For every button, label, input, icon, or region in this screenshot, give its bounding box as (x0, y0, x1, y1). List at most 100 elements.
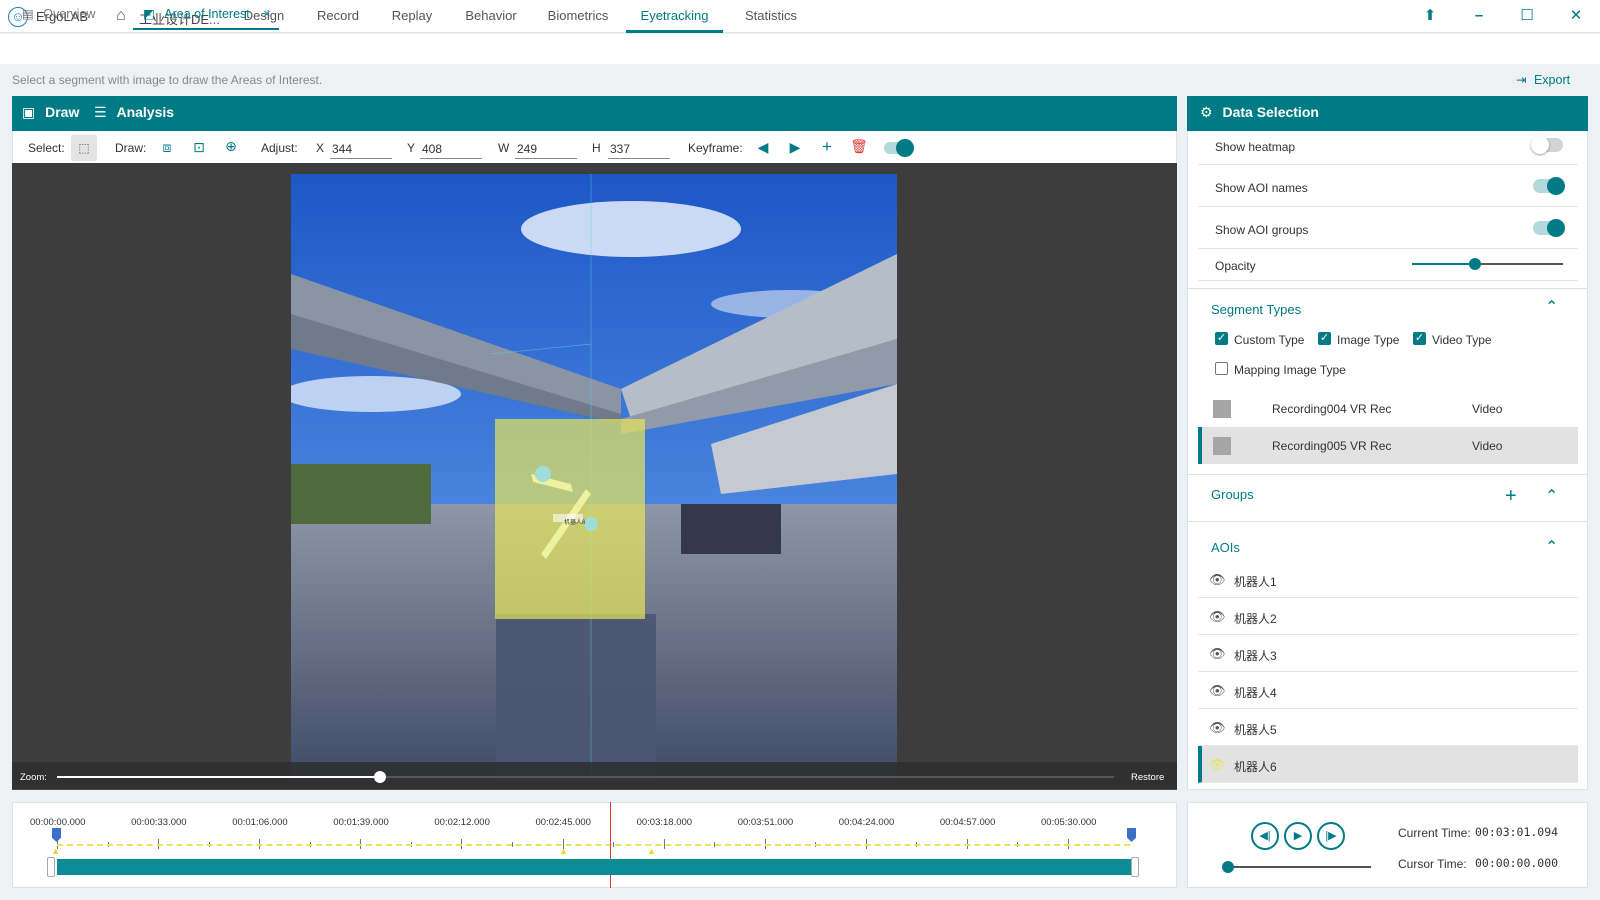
close-window-icon[interactable]: ✕ (1564, 5, 1588, 27)
y-input[interactable]: 408 (420, 139, 482, 159)
aoi-names-toggle[interactable] (1533, 177, 1565, 195)
eye-icon[interactable]: 👁 (1209, 572, 1226, 588)
opacity-slider-thumb[interactable] (1469, 258, 1481, 270)
zoom-label: Zoom: (20, 772, 47, 783)
draw-ellipse-icon[interactable]: ⊕ (222, 138, 240, 155)
menu-biometrics[interactable]: Biometrics (540, 0, 616, 33)
timeline-tick-label: 00:00:33.000 (131, 817, 187, 828)
heatmap-toggle[interactable] (1531, 136, 1563, 154)
divider (1187, 474, 1588, 475)
range-start-handle[interactable] (47, 857, 55, 877)
tab-area-of-interest[interactable]: ◩ Area of Interest × (133, 6, 279, 30)
mapping-image-type-checkbox[interactable] (1215, 362, 1228, 375)
step-back-button[interactable]: ◀| (1251, 822, 1279, 850)
recording-type: Video (1472, 439, 1503, 453)
tab-overview[interactable]: ▤ Overview (22, 6, 132, 30)
collapse-segment-types-icon[interactable]: ⌃ (1545, 297, 1558, 317)
draw-tab[interactable]: ▣ Draw (22, 104, 79, 121)
add-group-icon[interactable]: + (1505, 485, 1517, 508)
pin-up-icon[interactable]: ⬆ (1418, 5, 1442, 27)
playback-speed-track[interactable] (1226, 866, 1371, 868)
tab-overview-label: Overview (43, 7, 96, 21)
next-keyframe-icon[interactable]: ▶ (786, 139, 804, 156)
eye-icon[interactable]: 👁 (1209, 720, 1226, 736)
image-type-label: Image Type (1337, 333, 1400, 347)
keyframe-marker[interactable]: ▲ (559, 846, 568, 856)
timeline-tick-label: 00:01:06.000 (232, 817, 288, 828)
custom-type-checkbox[interactable]: ✓ (1215, 332, 1228, 345)
draw-rectangle-icon[interactable]: ⊡ (190, 139, 208, 156)
restore-button[interactable]: Restore (1131, 772, 1164, 783)
aoi-list-item[interactable]: 👁 机器人1 (1198, 561, 1578, 598)
play-icon: ▶ (1293, 830, 1303, 842)
eye-icon[interactable]: 👁 (1209, 609, 1226, 625)
show-heatmap-label: Show heatmap (1215, 140, 1296, 154)
keyframe-marker[interactable]: ▲ (647, 846, 656, 856)
x-label: X (316, 141, 325, 155)
menu-record[interactable]: Record (306, 0, 370, 33)
delete-keyframe-icon[interactable]: 🗑 (850, 138, 868, 155)
aoi-name-tag: 机器人6 (564, 520, 586, 526)
y-label: Y (407, 141, 416, 155)
aoi-groups-toggle-knob (1547, 219, 1565, 237)
show-aoi-groups-label: Show AOI groups (1215, 223, 1309, 237)
aoi-icon: ◩ (143, 7, 155, 21)
step-forward-button[interactable]: |▶ (1317, 822, 1345, 850)
groups-title: Groups (1211, 487, 1254, 502)
recording-row-selected[interactable]: Recording005 VR Rec Video (1198, 427, 1578, 464)
draw-panel-header (12, 96, 1177, 131)
eye-icon[interactable]: 👁 (1209, 757, 1226, 773)
video-type-checkbox[interactable]: ✓ (1413, 332, 1426, 345)
aoi-list-item[interactable]: 👁 机器人3 (1198, 635, 1578, 672)
menu-eyetracking[interactable]: Eyetracking (626, 0, 723, 33)
range-end-handle[interactable] (1131, 857, 1139, 877)
menu-behavior[interactable]: Behavior (456, 0, 526, 33)
collapse-aois-icon[interactable]: ⌃ (1545, 537, 1558, 557)
add-keyframe-icon[interactable]: + (818, 137, 836, 157)
keyframe-marker[interactable]: ▲ (51, 846, 60, 856)
eye-icon[interactable]: 👁 (1209, 683, 1226, 699)
timeline-tick-label: 00:03:51.000 (737, 817, 794, 828)
data-selection-title: ⚙ Data Selection (1200, 104, 1319, 121)
timeline-range-bar[interactable] (57, 859, 1132, 875)
menu-statistics[interactable]: Statistics (733, 0, 809, 33)
cursor-time-value: 00:00:00.000 (1475, 856, 1559, 870)
maximize-icon[interactable]: ☐ (1515, 5, 1539, 27)
analysis-tab[interactable]: ☰ Analysis (94, 104, 174, 121)
aoi-name: 机器人1 (1234, 575, 1277, 589)
collapse-groups-icon[interactable]: ⌃ (1545, 486, 1558, 506)
minimize-icon[interactable]: – (1467, 5, 1491, 27)
aoi-list-item[interactable]: 👁 机器人5 (1198, 709, 1578, 746)
h-input[interactable]: 337 (608, 139, 670, 159)
x-input[interactable]: 344 (330, 139, 392, 159)
recording-thumbnail (1213, 437, 1231, 455)
prev-keyframe-icon[interactable]: ◀ (754, 139, 772, 156)
draw-tab-label: Draw (45, 104, 80, 120)
recording-row[interactable]: Recording004 VR Rec Video (1198, 390, 1578, 427)
analysis-tab-label: Analysis (116, 104, 175, 120)
vr-scene-image[interactable] (291, 174, 897, 782)
keyframe-label: Keyframe: (688, 141, 743, 155)
playhead-line[interactable] (610, 802, 611, 888)
image-type-checkbox[interactable]: ✓ (1318, 332, 1331, 345)
keyframe-toggle[interactable] (884, 139, 914, 157)
draw-polygon-icon[interactable]: ⧈ (158, 139, 176, 156)
zoom-thumb[interactable] (374, 771, 386, 783)
w-label: W (498, 141, 510, 155)
mapping-image-type-label: Mapping Image Type (1234, 363, 1346, 377)
export-button[interactable]: ⇥ Export (1516, 72, 1570, 87)
play-button[interactable]: ▶ (1284, 822, 1312, 850)
timeline-tick-label: 00:04:24.000 (838, 817, 895, 828)
list-icon: ☰ (94, 104, 107, 120)
w-input[interactable]: 249 (515, 139, 577, 159)
select-rect-icon[interactable]: ⬚ (71, 135, 97, 161)
aoi-list-item-selected[interactable]: 👁 机器人6 (1198, 746, 1578, 783)
playback-speed-thumb[interactable] (1222, 861, 1234, 873)
menu-replay[interactable]: Replay (380, 0, 444, 33)
eye-icon[interactable]: 👁 (1209, 646, 1226, 662)
aoi-list-item[interactable]: 👁 机器人2 (1198, 598, 1578, 635)
aoi-groups-toggle[interactable] (1533, 219, 1565, 237)
aoi-list-item[interactable]: 👁 机器人4 (1198, 672, 1578, 709)
close-tab-icon[interactable]: × (263, 7, 270, 21)
aoi-timeline-track (57, 844, 1130, 846)
